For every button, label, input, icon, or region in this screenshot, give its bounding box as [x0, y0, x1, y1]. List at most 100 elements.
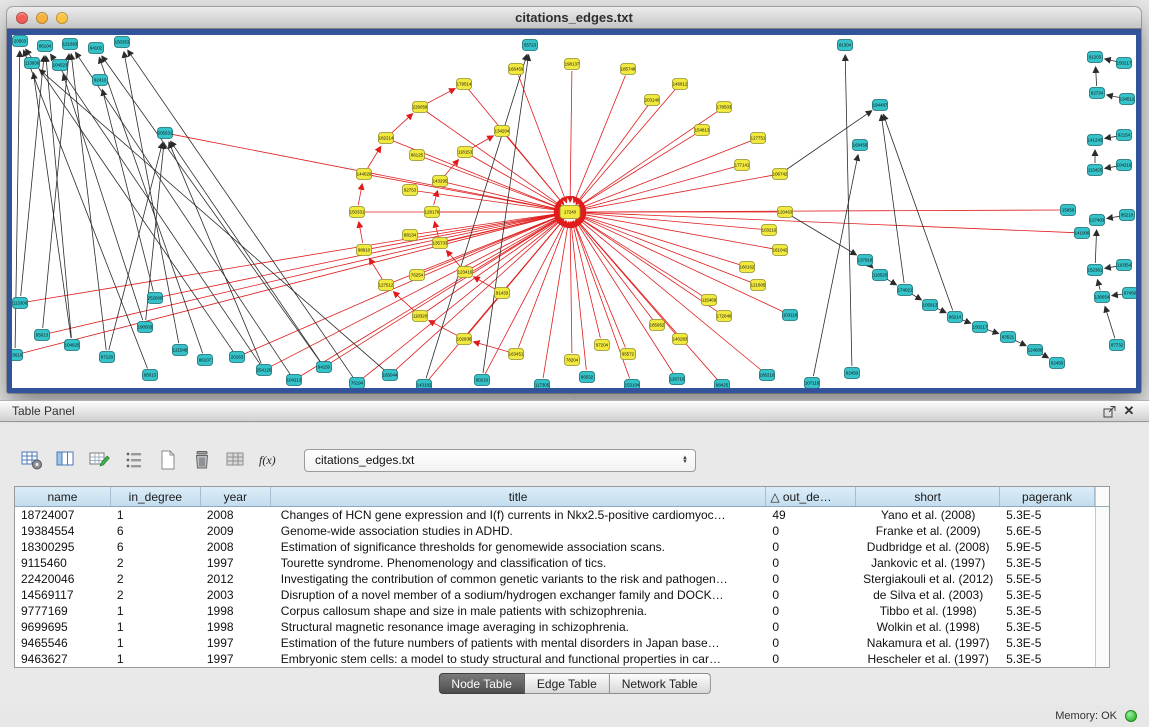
network-node[interactable]: 185952: [650, 320, 665, 331]
network-edge[interactable]: [574, 221, 626, 347]
network-node[interactable]: 160162: [740, 262, 755, 273]
cell-short[interactable]: Franke et al. (2009): [856, 523, 1000, 539]
cell-year[interactable]: 2012: [201, 571, 271, 587]
cell-indeg[interactable]: 1: [111, 603, 201, 619]
network-node[interactable]: 88134: [403, 230, 418, 241]
network-edge[interactable]: [40, 70, 385, 371]
network-node[interactable]: 128176: [425, 207, 440, 218]
network-node[interactable]: 150353: [115, 37, 130, 48]
cell-title[interactable]: Estimation of the future numbers of pati…: [271, 635, 767, 651]
cell-indeg[interactable]: 2: [111, 571, 201, 587]
table-scrollbar[interactable]: [1095, 651, 1109, 667]
network-node[interactable]: 105913: [923, 300, 938, 311]
network-node[interactable]: 127751: [751, 133, 766, 144]
cell-name[interactable]: 18724007: [15, 507, 111, 523]
cell-title[interactable]: Corpus callosum shape and size in male p…: [271, 603, 767, 619]
cell-title[interactable]: Tourette syndrome. Phenomenology and cla…: [271, 555, 767, 571]
network-node[interactable]: 154813: [695, 125, 710, 136]
network-node[interactable]: 98425: [715, 380, 730, 389]
network-edge[interactable]: [471, 136, 493, 149]
column-header-title[interactable]: title: [271, 487, 767, 506]
cell-name[interactable]: 18300295: [15, 539, 111, 555]
network-edge[interactable]: [483, 55, 529, 373]
network-node[interactable]: 95013: [35, 330, 50, 341]
cell-year[interactable]: 2009: [201, 523, 271, 539]
network-node[interactable]: 185748: [621, 64, 636, 75]
network-node[interactable]: 185210: [760, 370, 775, 381]
cell-name[interactable]: 14569117: [15, 587, 111, 603]
network-edge[interactable]: [579, 141, 751, 209]
cell-out[interactable]: 49: [766, 507, 856, 523]
network-node[interactable]: 86107: [198, 355, 213, 366]
network-node[interactable]: 152361: [1088, 265, 1103, 276]
column-header-pagerank[interactable]: pagerank: [1000, 487, 1095, 506]
network-node[interactable]: 141006: [1075, 228, 1090, 239]
network-edge[interactable]: [580, 212, 1075, 232]
cell-out[interactable]: 0: [766, 571, 856, 587]
cell-indeg[interactable]: 1: [111, 635, 201, 651]
cell-name[interactable]: 22420046: [15, 571, 111, 587]
table-scrollbar[interactable]: [1095, 539, 1109, 555]
network-node[interactable]: 120463: [778, 207, 793, 218]
network-edge[interactable]: [1105, 59, 1117, 62]
network-node[interactable]: 127512: [379, 280, 394, 291]
table-row[interactable]: 977716911998Corpus callosum shape and si…: [15, 603, 1109, 619]
cell-indeg[interactable]: 1: [111, 651, 201, 667]
network-node[interactable]: 87120: [100, 352, 115, 363]
network-node[interactable]: 140283: [673, 334, 688, 345]
network-node[interactable]: 150331: [350, 207, 365, 218]
network-edge[interactable]: [363, 218, 563, 378]
network-node[interactable]: 123416: [458, 267, 473, 278]
network-node[interactable]: 190503: [138, 322, 153, 333]
cell-title[interactable]: Estimation of significance thresholds fo…: [271, 539, 767, 555]
network-node[interactable]: 20563: [13, 36, 28, 47]
network-edge[interactable]: [574, 76, 626, 203]
cell-short[interactable]: Wolkin et al. (1998): [856, 619, 1000, 635]
network-node[interactable]: 55723: [523, 40, 538, 51]
network-node[interactable]: 104925: [65, 340, 80, 351]
network-node[interactable]: 179514: [457, 79, 472, 90]
table-row[interactable]: 911546021997Tourette syndrome. Phenomeno…: [15, 555, 1109, 571]
cell-out[interactable]: 0: [766, 523, 856, 539]
network-edge[interactable]: [71, 54, 106, 350]
cell-year[interactable]: 1997: [201, 555, 271, 571]
zoom-window-button[interactable]: [56, 12, 68, 24]
network-node[interactable]: 97204: [595, 340, 610, 351]
network-node[interactable]: 91433: [495, 288, 510, 299]
cell-title[interactable]: Genome-wide association studies in ADHD.: [271, 523, 767, 539]
network-node[interactable]: 98610: [357, 245, 372, 256]
network-node[interactable]: 76194: [350, 378, 365, 389]
network-edge[interactable]: [426, 111, 562, 206]
network-edge[interactable]: [243, 216, 560, 354]
trash-icon[interactable]: [188, 446, 216, 474]
table-scrollbar[interactable]: [1095, 587, 1109, 603]
network-node[interactable]: 161042: [773, 245, 788, 256]
edit-table-icon[interactable]: [86, 446, 114, 474]
table-row[interactable]: 1830029562008Estimation of significance …: [15, 539, 1109, 555]
network-node[interactable]: 92154: [1117, 130, 1132, 141]
network-edge[interactable]: [987, 329, 999, 333]
network-node[interactable]: 107118: [805, 378, 820, 389]
network-edge[interactable]: [519, 76, 567, 203]
cell-title[interactable]: Embryonic stem cells: a model to study s…: [271, 651, 767, 667]
network-node[interactable]: 96214: [948, 312, 963, 323]
network-node[interactable]: 118153: [458, 147, 473, 158]
network-node[interactable]: 83521: [1001, 332, 1016, 343]
minimize-window-button[interactable]: [36, 12, 48, 24]
table-mode-icon[interactable]: [18, 446, 46, 474]
column-header-in_degree[interactable]: in_degree: [111, 487, 201, 506]
network-edge[interactable]: [368, 147, 381, 169]
network-node[interactable]: 226058: [413, 102, 428, 113]
network-node[interactable]: 95572: [621, 349, 636, 360]
tab-node-table[interactable]: Node Table: [438, 673, 525, 694]
network-edge[interactable]: [371, 175, 560, 210]
cell-indeg[interactable]: 1: [111, 619, 201, 635]
network-node[interactable]: 178503: [717, 102, 732, 113]
cell-out[interactable]: 0: [766, 539, 856, 555]
cell-short[interactable]: Hescheler et al. (1997): [856, 651, 1000, 667]
column-header-year[interactable]: year: [201, 487, 271, 506]
network-edge[interactable]: [391, 114, 412, 134]
network-node[interactable]: 121663: [63, 39, 78, 50]
network-node[interactable]: 106742: [773, 169, 788, 180]
network-node[interactable]: 117305: [535, 380, 550, 389]
